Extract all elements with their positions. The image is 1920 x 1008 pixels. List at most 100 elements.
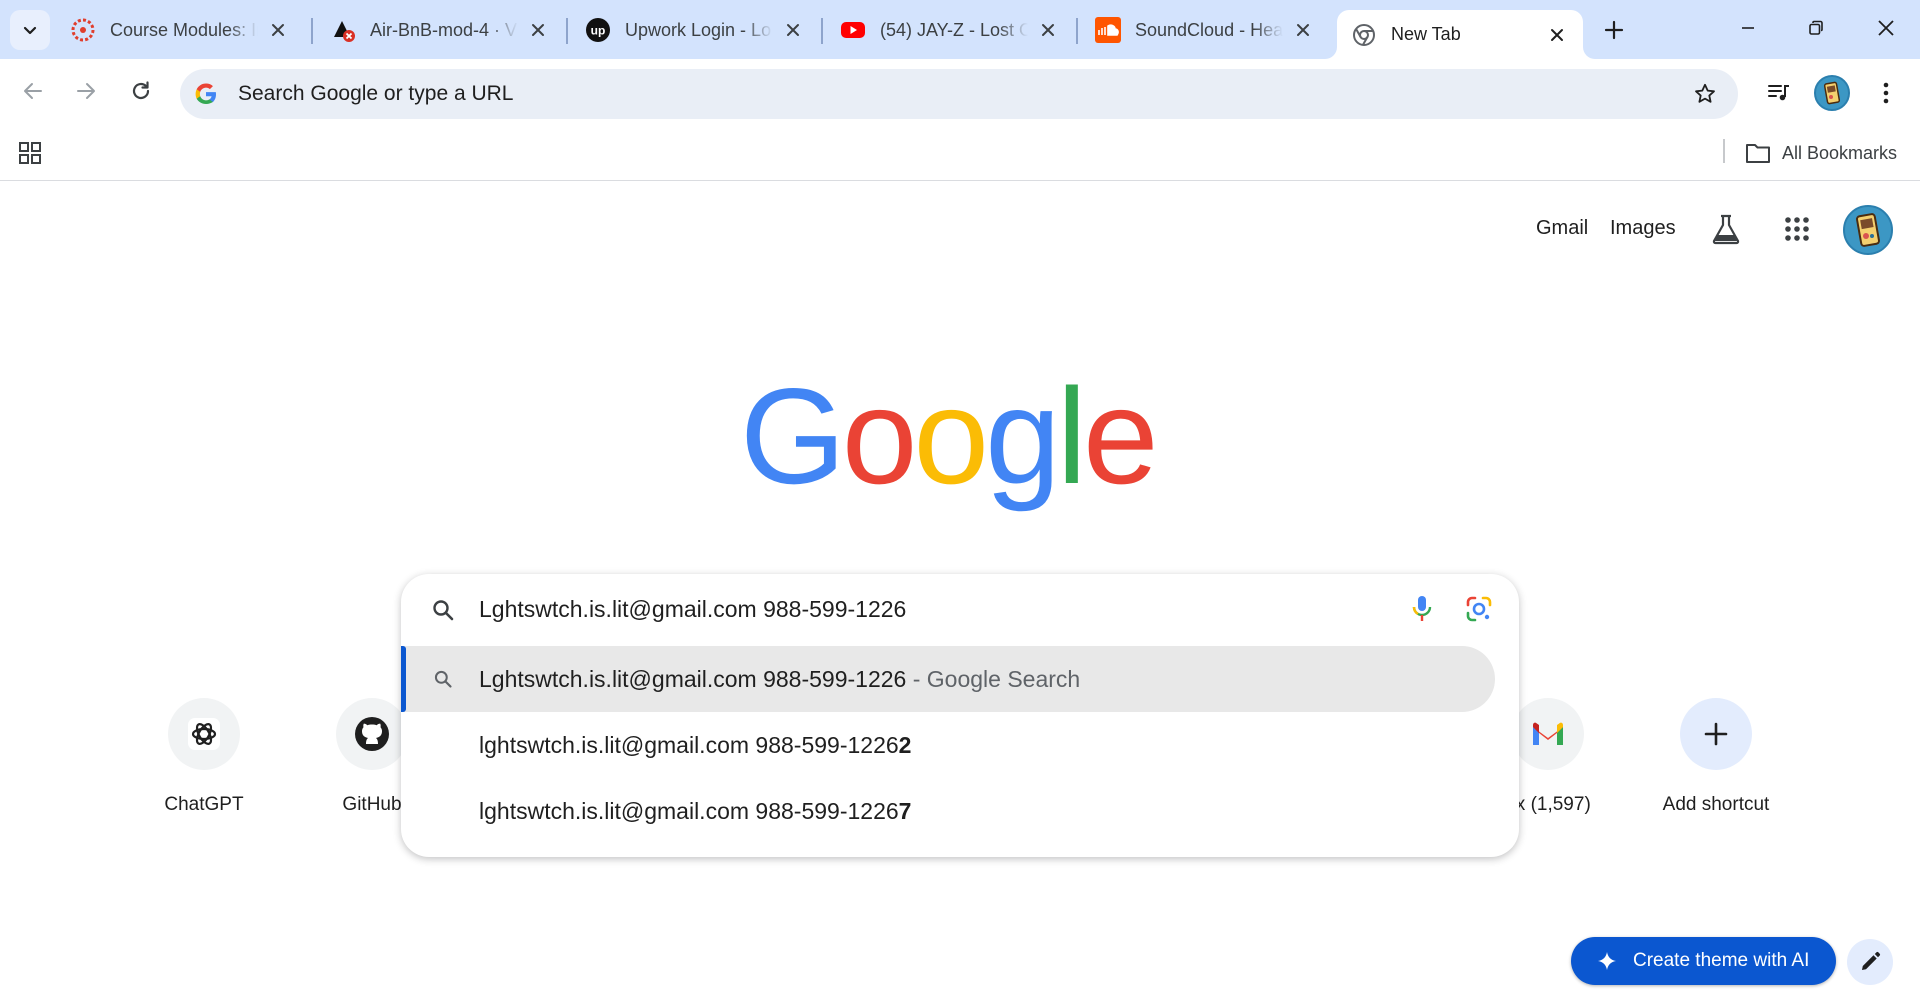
lens-search-button[interactable]: [1463, 593, 1495, 625]
back-button[interactable]: [13, 71, 53, 111]
chrome-icon: [1351, 22, 1377, 48]
svg-text:up: up: [591, 24, 606, 38]
add-shortcut-button[interactable]: Add shortcut: [1646, 698, 1786, 816]
suggestion-completion: 7: [898, 797, 912, 824]
tab-title: New Tab: [1391, 24, 1461, 44]
suggestion-completion: 2: [898, 731, 912, 758]
close-icon[interactable]: [1291, 18, 1315, 42]
tab-strip: Course Modules: In Air-BnB-mod-4 · V up …: [0, 0, 1920, 59]
suggestion-item[interactable]: lghtswtch.is.lit@gmail.com 988-599-12262: [401, 712, 1495, 778]
minimize-button[interactable]: [1720, 6, 1776, 50]
grid-icon: [19, 142, 41, 164]
tab-soundcloud[interactable]: SoundCloud - Hea: [1081, 10, 1329, 50]
new-tab-button[interactable]: [1596, 12, 1632, 48]
tab-divider: [566, 18, 568, 44]
google-g-icon: [192, 80, 220, 108]
forward-button[interactable]: [66, 71, 106, 111]
github-icon: [355, 717, 389, 751]
close-icon[interactable]: [266, 18, 290, 42]
microphone-icon: [1412, 596, 1432, 621]
shortcut-label: GitHub: [342, 794, 402, 815]
tab-course-modules[interactable]: Course Modules: In: [56, 10, 304, 50]
close-icon[interactable]: [781, 18, 805, 42]
pencil-icon: [1862, 951, 1881, 970]
suggestion-item[interactable]: Lghtswtch.is.lit@gmail.com 988-599-1226 …: [401, 646, 1495, 712]
restore-icon: [1809, 20, 1823, 35]
google-apps-button[interactable]: [1777, 209, 1817, 249]
arrow-right-icon: [77, 83, 95, 99]
close-window-button[interactable]: [1858, 6, 1914, 50]
address-bar-placeholder: Search Google or type a URL: [238, 82, 514, 105]
suggestion-suffix: - Google Search: [906, 665, 1081, 692]
upwork-icon: up: [585, 17, 611, 43]
vercel-error-icon: [330, 17, 356, 43]
customize-button[interactable]: [1847, 939, 1893, 985]
gmail-link[interactable]: Gmail: [1536, 217, 1588, 240]
flask-icon: [1712, 214, 1740, 245]
avatar-icon: [1823, 81, 1841, 105]
suggestion-query: Lghtswtch.is.lit@gmail.com 988-599-1226: [479, 665, 907, 692]
voice-search-button[interactable]: [1407, 594, 1437, 624]
profile-avatar[interactable]: [1814, 75, 1850, 111]
suggestion-item[interactable]: lghtswtch.is.lit@gmail.com 988-599-12267: [401, 778, 1495, 844]
arrow-left-icon: [24, 83, 42, 99]
canvas-icon: [70, 17, 96, 43]
all-bookmarks-button[interactable]: All Bookmarks: [1744, 135, 1897, 171]
close-icon[interactable]: [1036, 18, 1060, 42]
bookmarks-divider: [1723, 139, 1725, 163]
shortcut-tile: [336, 698, 408, 770]
tab-divider: [821, 18, 823, 44]
plus-icon: [1604, 20, 1624, 40]
images-link[interactable]: Images: [1610, 217, 1676, 240]
shortcut-tile: [168, 698, 240, 770]
media-controls-button[interactable]: [1761, 75, 1797, 111]
shortcut-label: ChatGPT: [164, 794, 244, 815]
reload-button[interactable]: [121, 71, 161, 111]
sparkle-icon: [1595, 949, 1619, 973]
google-logo-text: Google: [740, 375, 1155, 512]
close-icon[interactable]: [1545, 23, 1569, 47]
tab-new-tab[interactable]: New Tab: [1337, 10, 1583, 59]
soundcloud-icon: [1095, 17, 1121, 43]
chatgpt-icon: [188, 718, 220, 750]
search-icon: [429, 596, 457, 624]
tab-upwork[interactable]: up Upwork Login - Lo: [571, 10, 819, 50]
address-bar[interactable]: Search Google or type a URL: [180, 69, 1738, 119]
shortcut-tile: [1512, 698, 1584, 770]
folder-icon: [1744, 139, 1772, 167]
tab-airbnb[interactable]: Air-BnB-mod-4 · V: [316, 10, 564, 50]
star-icon[interactable]: [1692, 81, 1718, 107]
search-dropdown: Lghtswtch.is.lit@gmail.com 988-599-1226 …: [401, 574, 1519, 857]
tab-youtube[interactable]: (54) JAY-Z - Lost O: [826, 10, 1074, 50]
playlist-music-icon: [1768, 85, 1789, 101]
search-labs-button[interactable]: [1706, 209, 1746, 249]
shortcut-chatgpt[interactable]: ChatGPT: [134, 698, 274, 816]
chrome-menu-button[interactable]: [1868, 75, 1904, 111]
tab-title: Air-BnB-mod-4 · V: [370, 19, 518, 40]
plus-icon: [1704, 722, 1728, 746]
search-input[interactable]: Lghtswtch.is.lit@gmail.com 988-599-1226: [401, 574, 1519, 644]
tab-search-button[interactable]: [10, 10, 50, 50]
account-avatar[interactable]: [1843, 205, 1893, 255]
create-theme-label: Create theme with AI: [1633, 950, 1810, 971]
tab-divider: [1076, 18, 1078, 44]
apps-shortcut-button[interactable]: [14, 137, 46, 169]
create-theme-button[interactable]: Create theme with AI: [1571, 937, 1836, 985]
google-logo: Google: [740, 375, 1159, 512]
suggestion-text: lghtswtch.is.lit@gmail.com 988-599-12262: [479, 732, 911, 759]
tab-title: (54) JAY-Z - Lost O: [880, 19, 1028, 40]
gmail-icon: [1533, 722, 1563, 745]
apps-grid-icon: [1785, 217, 1809, 241]
minimize-icon: [1742, 27, 1754, 29]
all-bookmarks-label: All Bookmarks: [1782, 142, 1898, 163]
chevron-down-icon: [23, 26, 37, 35]
tab-title: SoundCloud - Hea: [1135, 19, 1283, 40]
google-lens-icon: [1466, 596, 1492, 622]
restore-button[interactable]: [1788, 6, 1844, 50]
close-icon[interactable]: [526, 18, 550, 42]
avatar-icon: [1856, 213, 1880, 247]
suggestion-text: lghtswtch.is.lit@gmail.com 988-599-12267: [479, 798, 911, 825]
suggestion-prefix: lghtswtch.is.lit@gmail.com 988-599-1226: [479, 731, 899, 758]
shortcut-label: Add shortcut: [1662, 794, 1770, 815]
shortcut-tile: [1680, 698, 1752, 770]
